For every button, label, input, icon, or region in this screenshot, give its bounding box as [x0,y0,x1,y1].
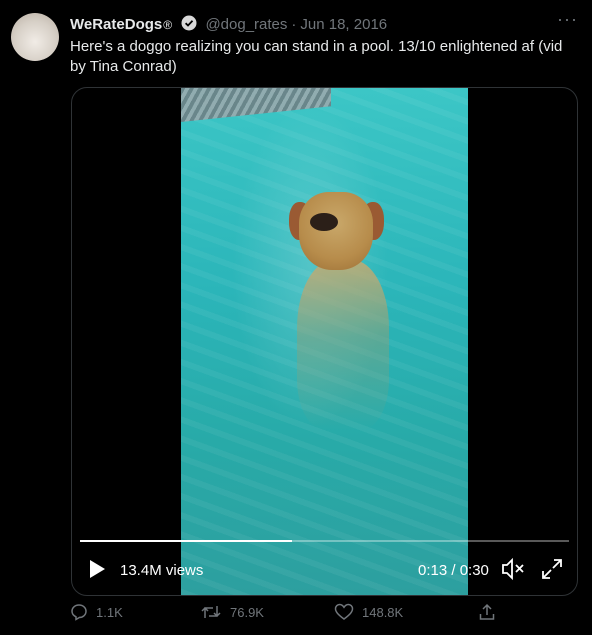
video-progress-bar[interactable] [80,540,569,542]
author-handle[interactable]: @dog_rates [205,16,287,33]
share-icon [478,603,496,621]
share-button[interactable] [478,603,496,621]
video-progress-fill [80,540,292,542]
author-name[interactable]: WeRateDogs [70,16,162,33]
mute-icon[interactable] [500,557,526,585]
pool-edge [181,88,331,122]
reply-button[interactable]: 1.1K [70,603,123,621]
tweet-text: Here's a doggo realizing you can stand i… [70,38,563,75]
video-player[interactable]: 13.4M views 0:13 / 0:30 [71,87,578,596]
more-icon[interactable]: ··· [557,9,578,30]
tweet-date[interactable]: Jun 18, 2016 [300,16,387,33]
retweet-count: 76.9K [230,604,264,620]
retweet-icon [200,603,222,621]
dog-body [297,260,389,430]
fullscreen-icon[interactable] [540,557,564,585]
dog-snout [310,213,338,231]
retweet-button[interactable]: 76.9K [200,603,264,621]
like-button[interactable]: 148.8K [334,603,403,621]
video-views: 13.4M views [120,562,204,579]
registered-mark: ® [163,18,173,32]
reply-icon [70,603,88,621]
play-icon[interactable] [88,559,106,583]
video-frame[interactable] [181,88,468,595]
video-controls: 13.4M views 0:13 / 0:30 [72,554,577,588]
video-time: 0:13 / 0:30 [418,562,489,579]
like-icon [334,603,354,621]
tweet-header: WeRateDogs® @dog_rates · Jun 18, 2016 [70,15,387,36]
like-count: 148.8K [362,604,404,620]
tweet-actions: 1.1K 76.9K 148.8K [70,603,580,627]
separator-dot: · [291,16,297,33]
dog-head [299,192,373,270]
author-avatar[interactable] [11,13,59,61]
verified-icon [181,15,197,36]
reply-count: 1.1K [96,604,123,620]
